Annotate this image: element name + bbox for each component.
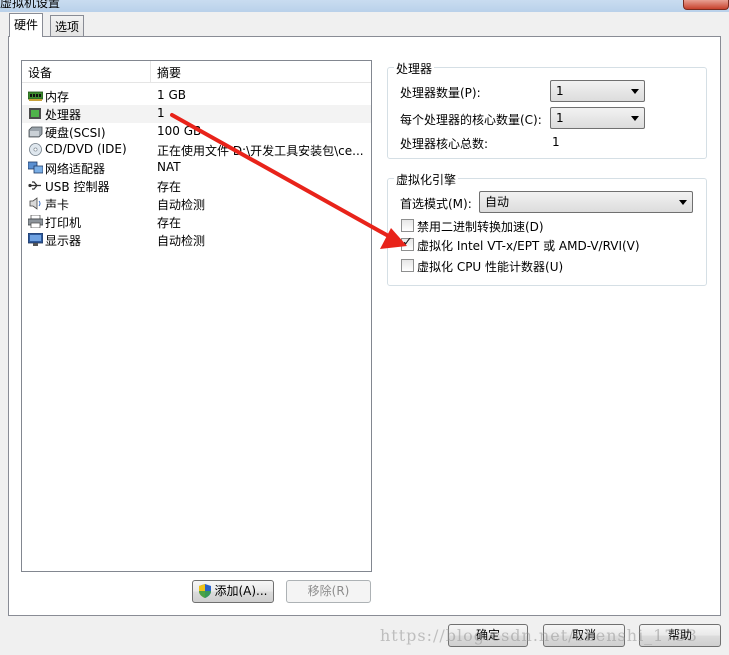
window-titlebar: 虚拟机设置 xyxy=(0,0,729,12)
disable-binary-translation-checkbox[interactable] xyxy=(401,219,414,232)
device-list-header: 设备 摘要 xyxy=(22,61,371,83)
remove-device-button[interactable]: 移除(R) xyxy=(286,580,371,603)
device-row-display[interactable]: 显示器 自动检测 xyxy=(22,231,371,249)
memory-icon xyxy=(28,91,43,101)
device-name: CD/DVD (IDE) xyxy=(45,142,127,156)
window-title: 虚拟机设置 xyxy=(0,0,61,10)
device-summary: 1 xyxy=(157,106,165,120)
device-name: 显示器 xyxy=(45,234,82,248)
virtualize-cpu-counters-checkbox[interactable] xyxy=(401,259,414,272)
device-row-network-adapter[interactable]: 网络适配器 NAT xyxy=(22,159,371,177)
display-icon xyxy=(28,233,43,246)
device-row-memory[interactable]: 内存 1 GB xyxy=(22,87,371,105)
processor-icon xyxy=(29,108,41,119)
column-header-summary[interactable]: 摘要 xyxy=(151,61,372,82)
sound-card-icon xyxy=(29,197,41,210)
tab-hardware[interactable]: 硬件 xyxy=(9,13,44,37)
device-list[interactable]: 设备 摘要 内存 1 GB 处理器 1 硬盘(SCSI) 100 GB CD/D… xyxy=(21,60,372,572)
printer-icon xyxy=(28,215,43,228)
virtualize-cpu-counters-label: 虚拟化 CPU 性能计数器(U) xyxy=(417,260,564,274)
remove-device-button-label: 移除(R) xyxy=(307,584,350,598)
device-summary: 存在 xyxy=(157,180,182,194)
device-summary: 自动检测 xyxy=(157,198,206,212)
watermark-text: https://blog.csdn.net/chenshi_1753 xyxy=(380,626,698,645)
device-rows: 内存 1 GB 处理器 1 硬盘(SCSI) 100 GB CD/DVD (ID… xyxy=(22,87,371,249)
device-name: 声卡 xyxy=(45,198,70,212)
processor-count-select[interactable]: 1 xyxy=(550,80,645,102)
processor-group-title: 处理器 xyxy=(394,60,435,77)
tab-options[interactable]: 选项 xyxy=(50,15,85,36)
chevron-down-icon xyxy=(631,116,639,121)
device-row-usb[interactable]: USB 控制器 存在 xyxy=(22,177,371,195)
device-row-printer[interactable]: 打印机 存在 xyxy=(22,213,371,231)
column-header-device[interactable]: 设备 xyxy=(22,61,151,82)
virtualize-vtx-label: 虚拟化 Intel VT-x/EPT 或 AMD-V/RVI(V) xyxy=(417,239,640,253)
chevron-down-icon xyxy=(631,89,639,94)
device-summary: 自动检测 xyxy=(157,234,206,248)
device-row-cd-dvd[interactable]: CD/DVD (IDE) 正在使用文件 D:\开发工具安装包\ce... xyxy=(22,141,371,159)
virtualize-vtx-checkbox[interactable]: ✓ xyxy=(401,235,414,251)
device-name: 网络适配器 xyxy=(45,162,106,176)
cores-per-processor-select[interactable]: 1 xyxy=(550,107,645,129)
device-row-processor[interactable]: 处理器 1 xyxy=(22,105,371,123)
device-row-sound-card[interactable]: 声卡 自动检测 xyxy=(22,195,371,213)
preferred-mode-select[interactable]: 自动 xyxy=(479,191,693,213)
network-adapter-icon xyxy=(28,161,43,174)
device-name: 处理器 xyxy=(45,108,82,122)
total-cores-label: 处理器核心总数: xyxy=(400,137,489,151)
processor-count-label: 处理器数量(P): xyxy=(400,86,481,100)
device-summary: 1 GB xyxy=(157,88,186,102)
device-name: 内存 xyxy=(45,90,70,104)
preferred-mode-value: 自动 xyxy=(485,195,510,209)
add-device-button-label: 添加(A)... xyxy=(214,584,268,598)
usb-icon xyxy=(28,181,41,190)
virtualization-group-title: 虚拟化引擎 xyxy=(394,171,459,188)
disable-binary-translation-label: 禁用二进制转换加速(D) xyxy=(417,220,544,234)
chevron-down-icon xyxy=(679,200,687,205)
add-device-button[interactable]: 添加(A)... xyxy=(192,580,274,603)
cd-dvd-icon xyxy=(29,143,42,156)
tab-options-label: 选项 xyxy=(55,20,80,34)
device-summary: NAT xyxy=(157,160,181,174)
tab-hardware-label: 硬件 xyxy=(14,18,39,32)
preferred-mode-label: 首选模式(M): xyxy=(400,197,472,211)
cores-per-processor-value: 1 xyxy=(556,111,564,125)
checkmark-icon: ✓ xyxy=(402,235,413,250)
device-summary: 存在 xyxy=(157,216,182,230)
uac-shield-icon xyxy=(199,584,212,598)
processor-count-value: 1 xyxy=(556,84,564,98)
device-name: 硬盘(SCSI) xyxy=(45,126,106,140)
window-close-button[interactable] xyxy=(683,0,729,10)
total-cores-value: 1 xyxy=(552,135,560,149)
device-summary: 100 GB xyxy=(157,124,202,138)
hard-disk-icon xyxy=(28,126,43,138)
device-summary: 正在使用文件 D:\开发工具安装包\ce... xyxy=(157,144,364,158)
cores-per-processor-label: 每个处理器的核心数量(C): xyxy=(400,113,542,127)
device-row-hard-disk[interactable]: 硬盘(SCSI) 100 GB xyxy=(22,123,371,141)
device-name: 打印机 xyxy=(45,216,82,230)
device-name: USB 控制器 xyxy=(45,180,110,194)
